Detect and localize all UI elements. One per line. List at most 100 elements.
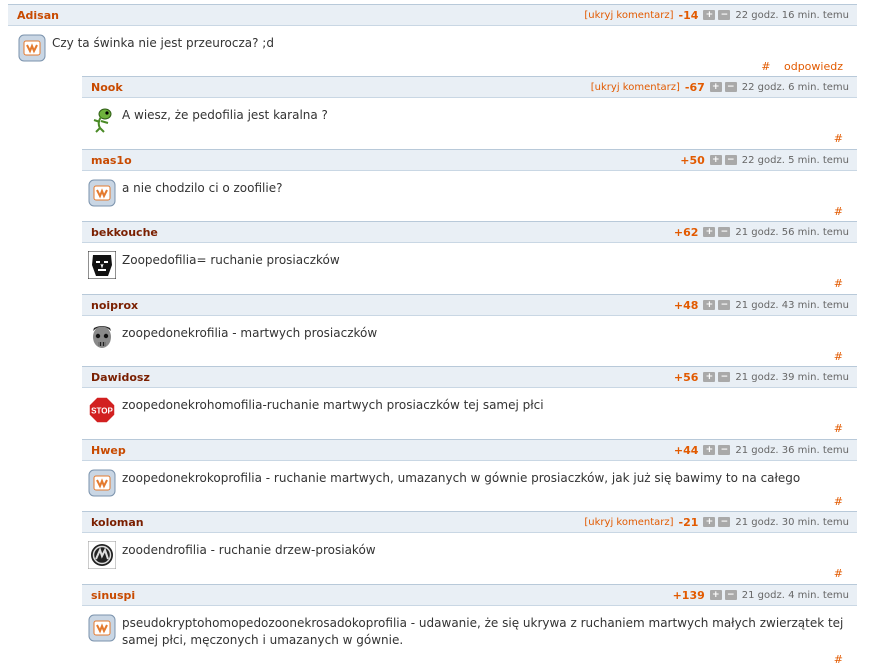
- comment-time: 21 godz. 43 min. temu: [735, 299, 849, 311]
- vote-minus-icon[interactable]: −: [724, 155, 737, 165]
- comment-author[interactable]: sinuspi: [91, 589, 135, 602]
- comment-meta: [ukryj komentarz] -14 + − 22 godz. 16 mi…: [584, 9, 849, 22]
- comment-score: +50: [680, 153, 705, 167]
- comment-author[interactable]: Dawidosz: [91, 371, 150, 384]
- hide-comment-link[interactable]: [ukryj komentarz]: [591, 82, 680, 93]
- comment-body: pseudokryptohomopedozoonekrosadokoprofil…: [82, 606, 857, 666]
- comment-author[interactable]: bekkouche: [91, 226, 158, 239]
- zombie-face-avatar-icon: [88, 324, 116, 352]
- comment-header: mas1o +50 + − 22 godz. 5 min. temu: [82, 149, 857, 171]
- comment-header: bekkouche +62 + − 21 godz. 56 min. temu: [82, 221, 857, 243]
- permalink-link[interactable]: #: [834, 495, 843, 508]
- comment-author[interactable]: Adisan: [17, 9, 59, 22]
- comment-body: a nie chodzilo ci o zoofilie? #: [82, 171, 857, 218]
- permalink-link[interactable]: #: [834, 567, 843, 580]
- default-avatar-icon: [88, 469, 116, 497]
- vote-minus-icon[interactable]: −: [718, 10, 731, 20]
- comment-score: +139: [672, 588, 705, 602]
- comment-meta: +48 + − 21 godz. 43 min. temu: [674, 299, 849, 312]
- default-avatar-icon: [88, 179, 116, 207]
- comment-author[interactable]: noiprox: [91, 299, 138, 312]
- vote-plus-icon[interactable]: +: [709, 82, 722, 92]
- comment-text: a nie chodzilo ci o zoofilie?: [122, 181, 283, 195]
- vote-minus-icon[interactable]: −: [718, 445, 731, 455]
- comment-header: noiprox +48 + − 21 godz. 43 min. temu: [82, 294, 857, 316]
- comment-score: +44: [673, 443, 699, 457]
- permalink-link[interactable]: #: [834, 653, 843, 666]
- comment-author[interactable]: mas1o: [91, 154, 132, 167]
- permalink-link[interactable]: #: [834, 277, 843, 290]
- comment-author[interactable]: Hwep: [91, 444, 126, 457]
- comment-footer: #: [88, 277, 849, 290]
- permalink-link[interactable]: #: [834, 350, 843, 363]
- permalink-link[interactable]: #: [761, 60, 770, 73]
- comment-meta: +62 + − 21 godz. 56 min. temu: [674, 226, 849, 239]
- comment-text: Zoopedofilia= ruchanie prosiaczków: [122, 253, 340, 267]
- comment-body: A wiesz, że pedofilia jest karalna ? #: [82, 98, 857, 145]
- comment-meta: [ukryj komentarz] -67 + − 22 godz. 6 min…: [591, 81, 849, 94]
- vote-minus-icon[interactable]: −: [718, 227, 731, 237]
- vote-minus-icon[interactable]: −: [718, 300, 731, 310]
- vote-minus-icon[interactable]: −: [724, 590, 737, 600]
- vote-minus-icon[interactable]: −: [718, 517, 731, 527]
- stop-sign-avatar-icon: STOP: [88, 396, 116, 424]
- comment-header: Adisan [ukryj komentarz] -14 + − 22 godz…: [8, 4, 857, 26]
- vote-plus-icon[interactable]: +: [703, 445, 716, 455]
- comment-score: +48: [673, 298, 699, 312]
- comment-footer: #: [88, 422, 849, 435]
- permalink-link[interactable]: #: [834, 132, 843, 145]
- comment-author[interactable]: koloman: [91, 516, 144, 529]
- comment-meta: +44 + − 21 godz. 36 min. temu: [674, 444, 849, 457]
- comment-header: koloman [ukryj komentarz] -21 + − 21 god…: [82, 511, 857, 533]
- hide-comment-link[interactable]: [ukryj komentarz]: [584, 10, 673, 21]
- permalink-link[interactable]: #: [834, 422, 843, 435]
- vote-plus-icon[interactable]: +: [703, 517, 716, 527]
- comment: bekkouche +62 + − 21 godz. 56 min. temu …: [82, 221, 857, 290]
- comment-footer: # odpowiedz: [16, 60, 849, 73]
- vote-minus-icon[interactable]: −: [724, 82, 737, 92]
- comment-header: Nook [ukryj komentarz] -67 + − 22 godz. …: [82, 76, 857, 98]
- comment-time: 22 godz. 16 min. temu: [735, 9, 849, 21]
- comment-meta: [ukryj komentarz] -21 + − 21 godz. 30 mi…: [584, 516, 849, 529]
- comment-meta: +56 + − 21 godz. 39 min. temu: [674, 371, 849, 384]
- comment-body: zoodendrofilia - ruchanie drzew-prosiakó…: [82, 533, 857, 580]
- comment-meta: +139 + − 21 godz. 4 min. temu: [673, 589, 849, 602]
- comment-text: zoodendrofilia - ruchanie drzew-prosiakó…: [122, 543, 376, 557]
- comment-header: Dawidosz +56 + − 21 godz. 39 min. temu: [82, 366, 857, 388]
- comment-body: Zoopedofilia= ruchanie prosiaczków #: [82, 243, 857, 290]
- comment-time: 22 godz. 5 min. temu: [741, 154, 849, 166]
- comment-header: sinuspi +139 + − 21 godz. 4 min. temu: [82, 584, 857, 606]
- comment-time: 21 godz. 39 min. temu: [735, 371, 849, 383]
- stop-sign-text: STOP: [91, 407, 113, 416]
- vote-plus-icon[interactable]: +: [709, 590, 722, 600]
- logo-circle-avatar-icon: [88, 541, 116, 569]
- vote-plus-icon[interactable]: +: [703, 372, 716, 382]
- default-avatar-icon: [18, 34, 46, 62]
- vote-plus-icon[interactable]: +: [703, 300, 716, 310]
- comment-footer: #: [88, 495, 849, 508]
- comment: Hwep +44 + − 21 godz. 36 min. temu zoope…: [82, 439, 857, 508]
- comment-time: 22 godz. 6 min. temu: [741, 81, 849, 93]
- vote-plus-icon[interactable]: +: [703, 10, 716, 20]
- comment-text: zoopedonekrohomofilia-ruchanie martwych …: [122, 398, 544, 412]
- comment-text: zoopedonekrokoprofilia - ruchanie martwy…: [122, 471, 801, 485]
- comment-time: 21 godz. 56 min. temu: [735, 226, 849, 238]
- permalink-link[interactable]: #: [834, 205, 843, 218]
- vote-minus-icon[interactable]: −: [718, 372, 731, 382]
- comment-time: 21 godz. 36 min. temu: [735, 444, 849, 456]
- comment-footer: #: [88, 567, 849, 580]
- comment-text: A wiesz, że pedofilia jest karalna ?: [122, 108, 328, 122]
- comment-score: -67: [684, 80, 705, 94]
- comment-time: 21 godz. 4 min. temu: [741, 589, 849, 601]
- comment-time: 21 godz. 30 min. temu: [735, 516, 849, 528]
- comment-score: -21: [678, 515, 699, 529]
- reply-link[interactable]: odpowiedz: [784, 60, 843, 73]
- comment-body: Czy ta świnka nie jest przeurocza? ;d # …: [8, 26, 857, 73]
- comment-body: STOP zoopedonekrohomofilia-ruchanie mart…: [82, 388, 857, 435]
- hide-comment-link[interactable]: [ukryj komentarz]: [584, 517, 673, 528]
- comment-author[interactable]: Nook: [91, 81, 123, 94]
- vote-plus-icon[interactable]: +: [703, 227, 716, 237]
- comment: mas1o +50 + − 22 godz. 5 min. temu a nie…: [82, 149, 857, 218]
- vote-plus-icon[interactable]: +: [709, 155, 722, 165]
- comment: noiprox +48 + − 21 godz. 43 min. temu zo…: [82, 294, 857, 363]
